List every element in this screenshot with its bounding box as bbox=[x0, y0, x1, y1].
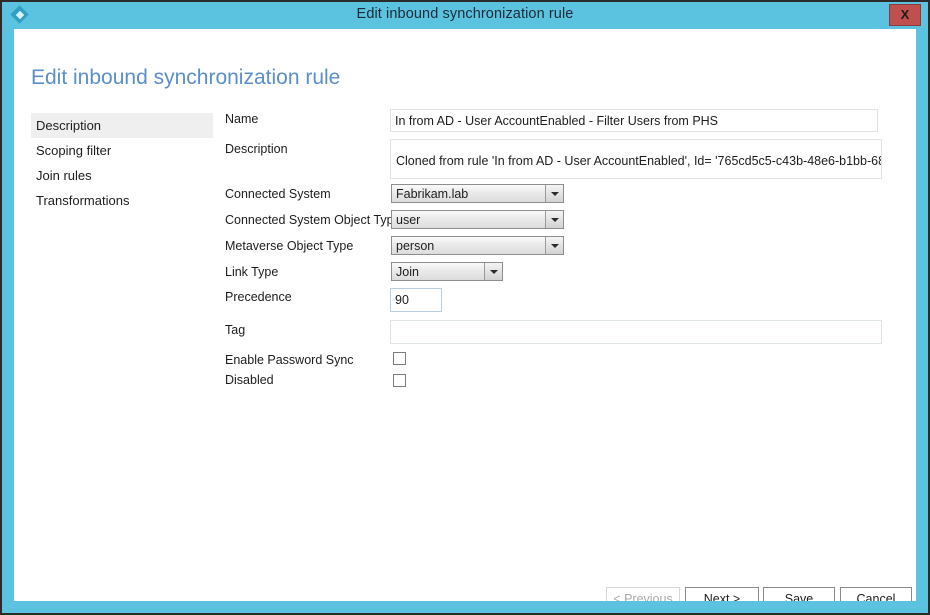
disabled-checkbox[interactable] bbox=[393, 374, 406, 387]
description-textarea[interactable]: Cloned from rule 'In from AD - User Acco… bbox=[390, 139, 882, 179]
tag-label: Tag bbox=[225, 323, 246, 337]
chevron-down-icon[interactable] bbox=[545, 211, 563, 228]
chevron-down-icon[interactable] bbox=[545, 185, 563, 202]
metaverse-object-type-value: person bbox=[396, 239, 435, 253]
enable-password-sync-label: Enable Password Sync bbox=[225, 353, 354, 367]
link-type-value: Join bbox=[396, 265, 419, 279]
sidebar-item-label: Transformations bbox=[36, 193, 130, 208]
sidebar-item-label: Join rules bbox=[36, 168, 92, 183]
cancel-button[interactable]: Cancel bbox=[840, 587, 912, 601]
dialog-window: Edit inbound synchronization rule X Edit… bbox=[0, 0, 930, 615]
link-type-label: Link Type bbox=[225, 265, 279, 279]
wizard-step-nav: Description Scoping filter Join rules Tr… bbox=[31, 113, 213, 213]
sidebar-item-label: Scoping filter bbox=[36, 143, 112, 158]
sidebar-item-transformations[interactable]: Transformations bbox=[31, 188, 213, 213]
connected-system-label: Connected System bbox=[225, 187, 331, 201]
connected-system-object-type-label: Connected System Object Type bbox=[225, 213, 401, 227]
dialog-content: Edit inbound synchronization rule Descri… bbox=[14, 29, 916, 601]
connected-system-object-type-combobox[interactable]: user bbox=[391, 210, 564, 229]
enable-password-sync-checkbox[interactable] bbox=[393, 352, 406, 365]
previous-button[interactable]: < Previous bbox=[606, 587, 680, 601]
precedence-label: Precedence bbox=[225, 290, 292, 304]
disabled-label: Disabled bbox=[225, 373, 274, 387]
connected-system-combobox[interactable]: Fabrikam.lab bbox=[391, 184, 564, 203]
sidebar-item-join-rules[interactable]: Join rules bbox=[31, 163, 213, 188]
name-label: Name bbox=[225, 112, 259, 126]
tag-input[interactable] bbox=[390, 320, 882, 344]
connected-system-object-type-value: user bbox=[396, 213, 421, 227]
link-type-combobox[interactable]: Join bbox=[391, 262, 503, 281]
chevron-down-icon[interactable] bbox=[545, 237, 563, 254]
name-input[interactable] bbox=[390, 109, 878, 132]
metaverse-object-type-combobox[interactable]: person bbox=[391, 236, 564, 255]
sidebar-item-description[interactable]: Description bbox=[31, 113, 213, 138]
page-title: Edit inbound synchronization rule bbox=[31, 66, 341, 89]
next-button[interactable]: Next > bbox=[685, 587, 759, 601]
save-button[interactable]: Save bbox=[763, 587, 835, 601]
sidebar-item-scoping-filter[interactable]: Scoping filter bbox=[31, 138, 213, 163]
close-icon[interactable]: X bbox=[889, 4, 921, 26]
precedence-input[interactable] bbox=[390, 288, 442, 312]
chevron-down-icon[interactable] bbox=[484, 263, 502, 280]
window-title: Edit inbound synchronization rule bbox=[356, 6, 574, 22]
description-label: Description bbox=[225, 142, 288, 156]
metaverse-object-type-label: Metaverse Object Type bbox=[225, 239, 354, 253]
connected-system-value: Fabrikam.lab bbox=[396, 187, 469, 201]
sidebar-item-label: Description bbox=[36, 118, 102, 133]
title-bar: Edit inbound synchronization rule X bbox=[2, 2, 928, 29]
